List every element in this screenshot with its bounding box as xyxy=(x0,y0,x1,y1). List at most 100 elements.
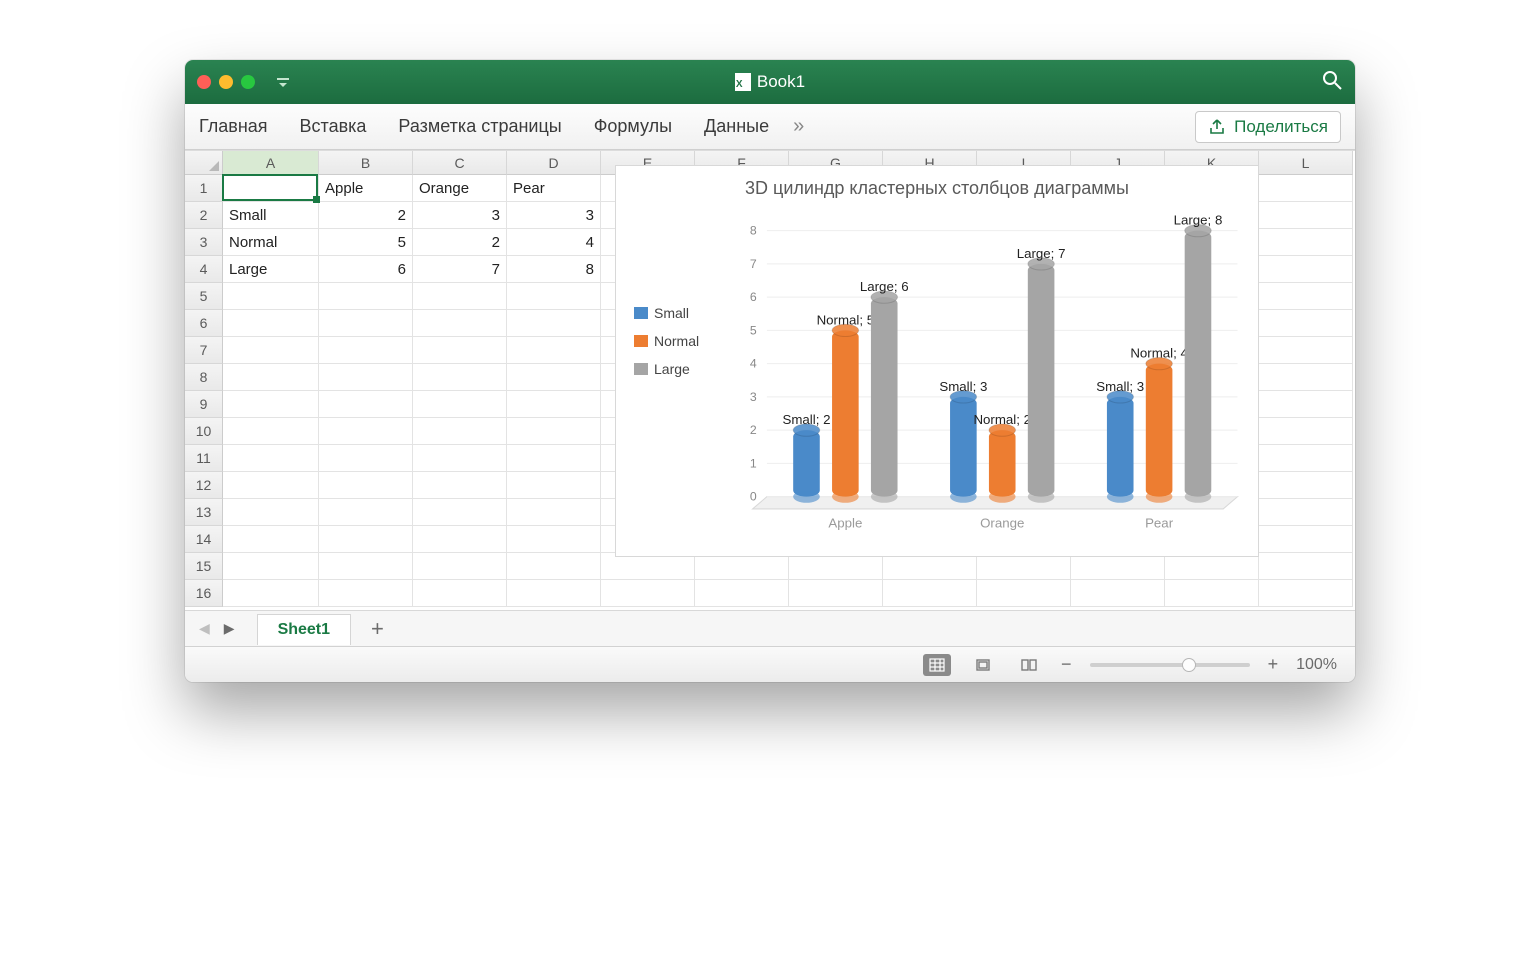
cell[interactable] xyxy=(413,526,507,553)
row-header[interactable]: 7 xyxy=(185,337,223,364)
cell[interactable] xyxy=(1259,175,1353,202)
ribbon-tab-home[interactable]: Главная xyxy=(199,116,268,137)
ribbon-tab-data[interactable]: Данные xyxy=(704,116,769,137)
zoom-slider[interactable] xyxy=(1090,663,1250,667)
cell[interactable] xyxy=(1259,391,1353,418)
cell[interactable] xyxy=(413,499,507,526)
cell[interactable] xyxy=(223,445,319,472)
cell[interactable] xyxy=(319,364,413,391)
cell[interactable]: Small xyxy=(223,202,319,229)
cell[interactable] xyxy=(977,553,1071,580)
cell[interactable] xyxy=(507,391,601,418)
cell[interactable]: 2 xyxy=(413,229,507,256)
sheet-nav-next-icon[interactable]: ▶ xyxy=(222,620,237,637)
column-header[interactable]: D xyxy=(507,151,601,175)
cell[interactable] xyxy=(507,526,601,553)
row-header[interactable]: 16 xyxy=(185,580,223,607)
cell[interactable] xyxy=(319,310,413,337)
ribbon-tab-insert[interactable]: Вставка xyxy=(300,116,367,137)
cell[interactable] xyxy=(1259,418,1353,445)
column-header[interactable]: L xyxy=(1259,151,1353,175)
cell[interactable] xyxy=(319,553,413,580)
cell[interactable] xyxy=(1071,580,1165,607)
row-header[interactable]: 2 xyxy=(185,202,223,229)
cell[interactable]: 4 xyxy=(507,229,601,256)
cell[interactable] xyxy=(1165,580,1259,607)
cell[interactable] xyxy=(413,337,507,364)
share-button[interactable]: Поделиться xyxy=(1195,111,1341,143)
cell[interactable]: Apple xyxy=(319,175,413,202)
cell[interactable]: 7 xyxy=(413,256,507,283)
cell[interactable] xyxy=(223,472,319,499)
cell[interactable] xyxy=(223,580,319,607)
cell[interactable]: 3 xyxy=(413,202,507,229)
cell[interactable] xyxy=(223,175,319,202)
row-header[interactable]: 11 xyxy=(185,445,223,472)
cell[interactable] xyxy=(413,310,507,337)
cell[interactable] xyxy=(507,310,601,337)
cell[interactable] xyxy=(789,553,883,580)
row-header[interactable]: 12 xyxy=(185,472,223,499)
cell[interactable] xyxy=(413,472,507,499)
select-all-corner[interactable] xyxy=(185,151,223,175)
row-header[interactable]: 5 xyxy=(185,283,223,310)
cell[interactable] xyxy=(1259,580,1353,607)
cell[interactable] xyxy=(507,580,601,607)
cell[interactable] xyxy=(223,364,319,391)
cell[interactable] xyxy=(1259,499,1353,526)
cell[interactable] xyxy=(1259,526,1353,553)
cell[interactable]: Normal xyxy=(223,229,319,256)
cell[interactable] xyxy=(413,445,507,472)
cell[interactable]: 3 xyxy=(507,202,601,229)
cell[interactable]: 5 xyxy=(319,229,413,256)
cell[interactable] xyxy=(1071,553,1165,580)
cell[interactable] xyxy=(223,337,319,364)
ribbon-tab-formulas[interactable]: Формулы xyxy=(594,116,672,137)
cell[interactable] xyxy=(319,283,413,310)
view-page-layout-button[interactable] xyxy=(969,654,997,676)
cell[interactable] xyxy=(695,553,789,580)
cell[interactable] xyxy=(413,580,507,607)
spreadsheet-grid[interactable]: ABCDEFGHIJKL 12345678910111213141516 App… xyxy=(185,150,1355,610)
zoom-out-button[interactable]: − xyxy=(1061,654,1072,675)
cell[interactable] xyxy=(789,580,883,607)
cell[interactable] xyxy=(1259,472,1353,499)
cell[interactable] xyxy=(507,499,601,526)
cell[interactable] xyxy=(1259,337,1353,364)
cell[interactable] xyxy=(507,364,601,391)
cell[interactable] xyxy=(223,418,319,445)
cell[interactable] xyxy=(695,580,789,607)
row-header[interactable]: 14 xyxy=(185,526,223,553)
cell[interactable]: 2 xyxy=(319,202,413,229)
column-header[interactable]: C xyxy=(413,151,507,175)
cell[interactable] xyxy=(413,418,507,445)
cell[interactable] xyxy=(883,580,977,607)
cell[interactable] xyxy=(507,553,601,580)
add-sheet-button[interactable]: + xyxy=(361,616,394,642)
quick-access-dropdown[interactable] xyxy=(275,74,291,90)
close-window-button[interactable] xyxy=(197,75,211,89)
cell[interactable] xyxy=(507,418,601,445)
ribbon-more-icon[interactable]: » xyxy=(793,115,804,138)
cell[interactable] xyxy=(1259,445,1353,472)
cell[interactable]: 8 xyxy=(507,256,601,283)
row-header[interactable]: 6 xyxy=(185,310,223,337)
cell[interactable] xyxy=(1259,229,1353,256)
cell[interactable] xyxy=(1259,310,1353,337)
cell[interactable] xyxy=(319,526,413,553)
cell[interactable] xyxy=(601,580,695,607)
cell[interactable] xyxy=(223,310,319,337)
row-header[interactable]: 13 xyxy=(185,499,223,526)
cell[interactable] xyxy=(1259,256,1353,283)
cell[interactable] xyxy=(223,283,319,310)
cell[interactable] xyxy=(1259,202,1353,229)
cell[interactable] xyxy=(1259,283,1353,310)
cell[interactable]: Large xyxy=(223,256,319,283)
sheet-tab-active[interactable]: Sheet1 xyxy=(257,614,351,645)
cell[interactable] xyxy=(507,445,601,472)
cell[interactable] xyxy=(1165,553,1259,580)
row-header[interactable]: 15 xyxy=(185,553,223,580)
cell[interactable] xyxy=(223,499,319,526)
search-icon[interactable] xyxy=(1321,69,1343,96)
row-header[interactable]: 9 xyxy=(185,391,223,418)
